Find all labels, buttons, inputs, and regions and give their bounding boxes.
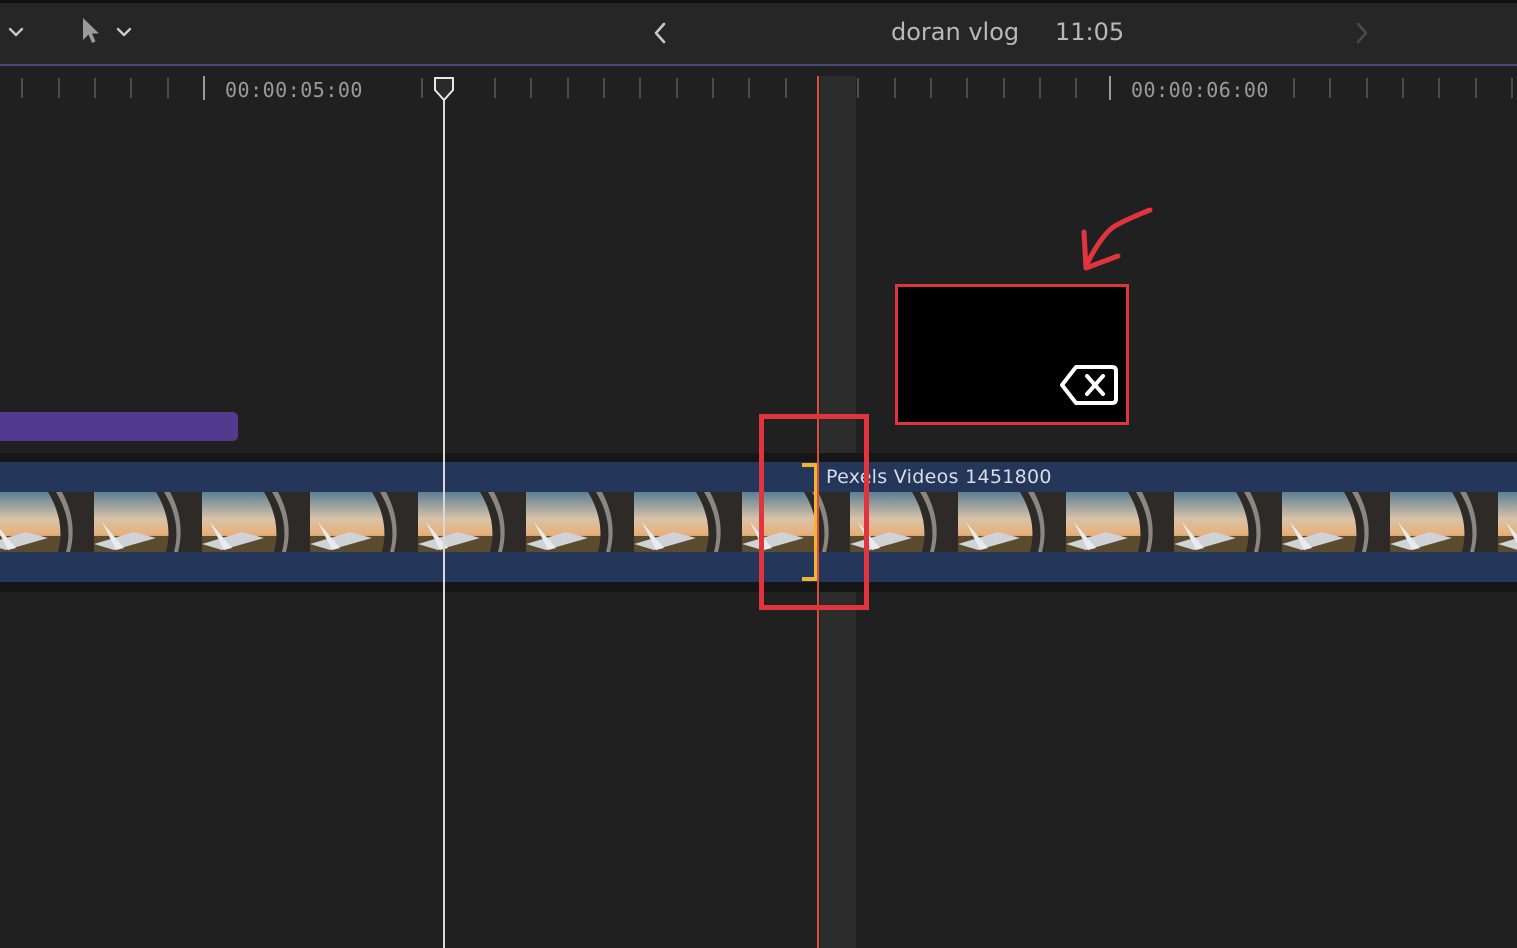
filmstrip-frame	[958, 492, 1066, 552]
playhead-line	[443, 96, 445, 948]
pointer-tool-icon[interactable]	[80, 16, 104, 48]
filmstrip-frame	[1498, 492, 1517, 552]
filmstrip-frame	[310, 492, 418, 552]
chevron-down-icon[interactable]	[116, 24, 132, 40]
filmstrip-frame	[202, 492, 310, 552]
ruler-timecode: 00:00:06:00	[1131, 78, 1269, 102]
filmstrip-frame	[418, 492, 526, 552]
chevron-left-icon[interactable]	[650, 20, 670, 46]
toolbar-top-border	[0, 0, 1517, 3]
delete-key-icon	[1060, 365, 1118, 405]
timeline-ruler[interactable]: 00:00:05:00 00:00:06:00	[0, 68, 1517, 106]
timeline-toolbar: doran vlog 11:05	[0, 0, 1517, 66]
filmstrip-frame	[526, 492, 634, 552]
filmstrip-frame	[634, 492, 742, 552]
keyboard-key-callout	[895, 284, 1129, 425]
filmstrip-frame	[1282, 492, 1390, 552]
filmstrip-frame	[0, 492, 94, 552]
playhead-marker[interactable]	[433, 76, 455, 102]
filmstrip-frame	[1066, 492, 1174, 552]
ruler-timecode: 00:00:05:00	[225, 78, 363, 102]
project-duration: 11:05	[1055, 18, 1125, 46]
arrow-annotation-icon	[1081, 207, 1153, 271]
filmstrip-frame	[94, 492, 202, 552]
highlight-box	[759, 414, 869, 610]
chevron-right-icon[interactable]	[1352, 20, 1372, 46]
chevron-down-icon[interactable]	[8, 24, 24, 40]
project-name: doran vlog	[891, 18, 1020, 46]
filmstrip-frame	[1174, 492, 1282, 552]
filmstrip-frame	[1390, 492, 1498, 552]
title-clip[interactable]	[0, 412, 238, 441]
